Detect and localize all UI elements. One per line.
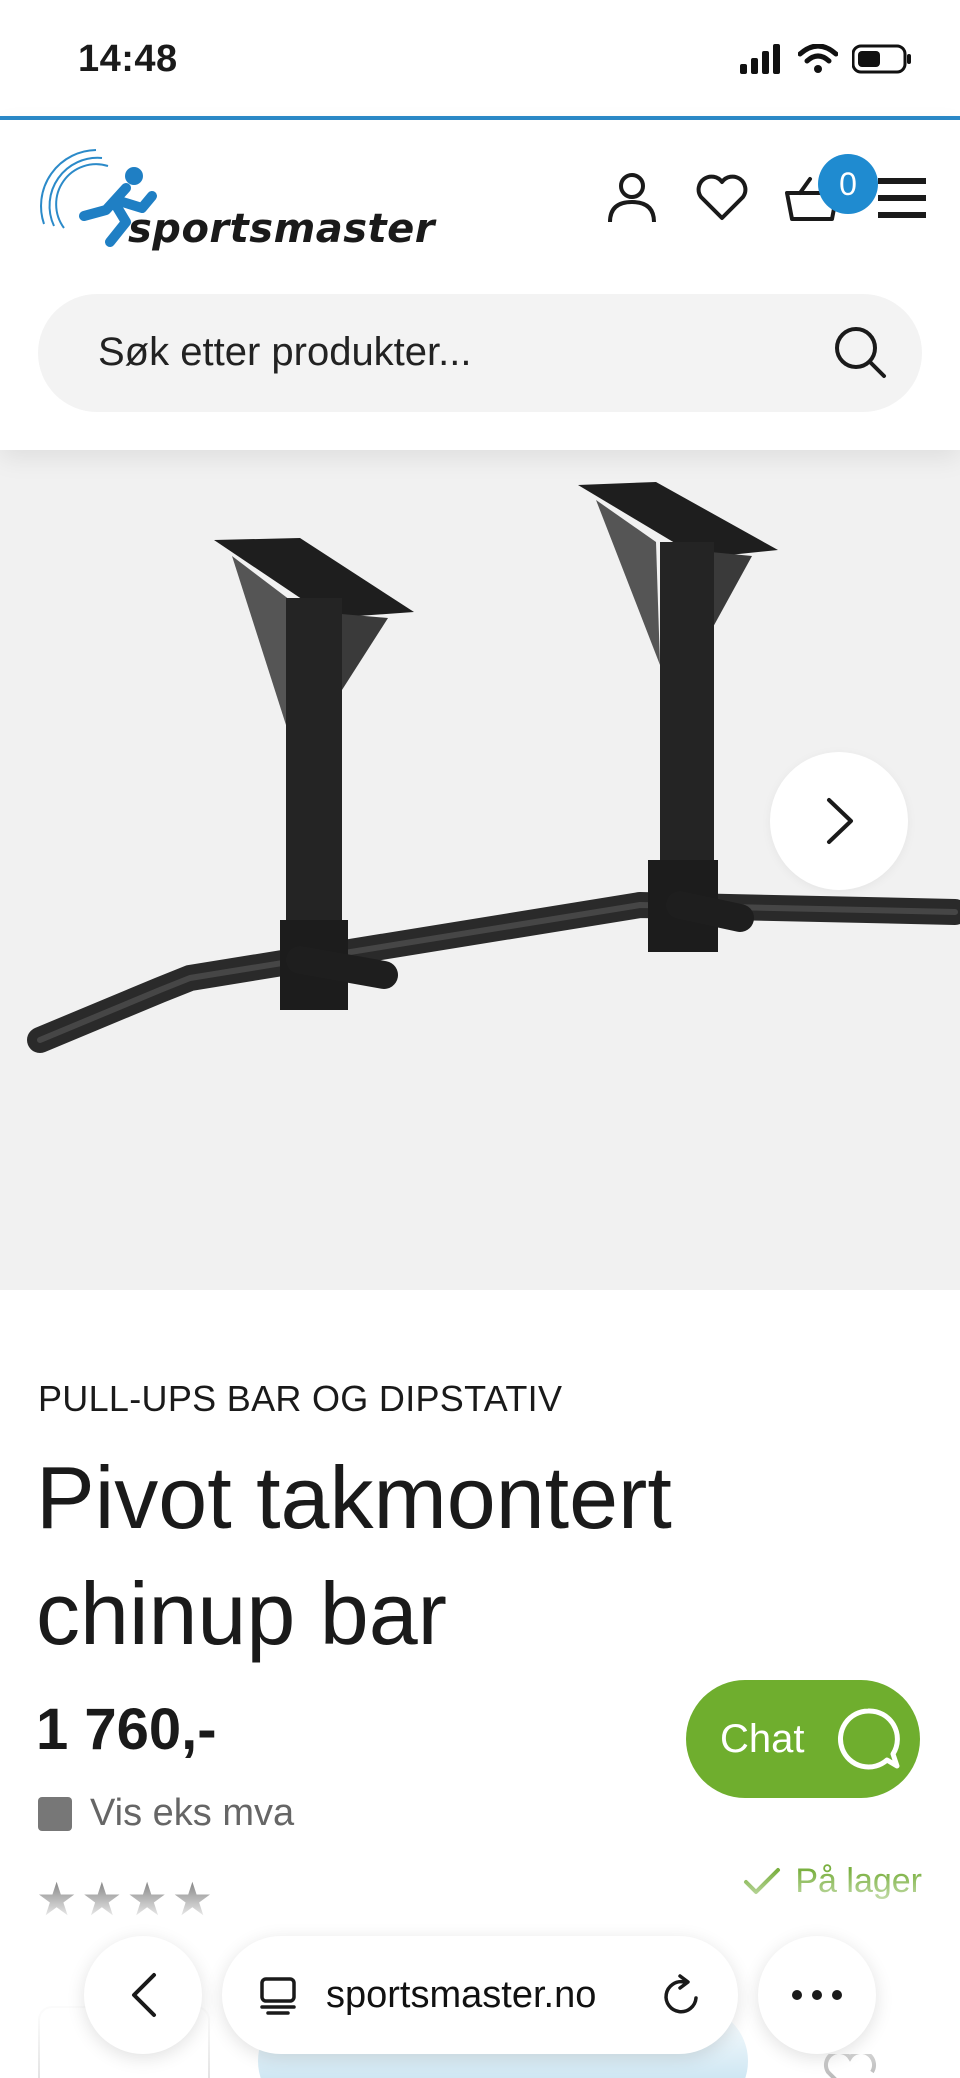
logo-wordmark: sportsmaster [128,206,436,252]
browser-back-button[interactable] [84,1936,202,2054]
browser-more-button[interactable] [758,1936,876,2054]
reload-icon[interactable] [662,1974,702,2016]
chat-icon [837,1708,900,1770]
heart-icon [696,174,748,220]
signal-icon [740,44,780,74]
gallery-next-button[interactable] [770,752,908,890]
browser-toolbar: sportsmaster.no [0,1870,960,2078]
chat-label: Chat [720,1716,805,1761]
status-bar: 14:48 [0,0,960,118]
more-icon [792,1990,842,2000]
vat-checkbox[interactable] [38,1796,72,1831]
product-price: 1 760,- [36,1697,217,1762]
wishlist-button[interactable] [694,170,750,226]
product-title: Pivot takmontert chinup bar [36,1448,672,1663]
product-image-gallery[interactable] [0,450,960,1290]
cart-count-badge: 0 [818,154,878,214]
site-header: sportsmaster 0 Søk etter produkter... [0,120,960,450]
search-input[interactable]: Søk etter produkter... [98,330,472,375]
search-icon[interactable] [832,324,888,380]
reader-icon[interactable] [258,1975,298,2015]
chat-button[interactable]: Chat [686,1680,920,1798]
account-button[interactable] [604,170,660,226]
status-time: 14:48 [78,38,178,80]
chevron-right-icon [827,798,853,844]
cart-button[interactable]: 0 [784,154,878,226]
menu-button[interactable] [874,170,930,226]
battery-icon [852,44,911,74]
browser-url[interactable]: sportsmaster.no [326,1974,634,2017]
back-icon [132,1973,156,2017]
vat-toggle-label: Vis eks mva [90,1792,295,1834]
header-actions: 0 [604,154,930,226]
status-icons [740,44,912,74]
account-icon [608,173,656,223]
menu-icon [878,178,926,218]
browser-address-bar[interactable]: sportsmaster.no [222,1936,738,2054]
product-category[interactable]: PULL-UPS BAR OG DIPSTATIV [38,1378,562,1420]
search-bar[interactable]: Søk etter produkter... [38,294,922,412]
vat-toggle[interactable]: Vis eks mva [38,1792,294,1835]
wifi-icon [798,44,838,73]
sportsmaster-logo[interactable]: sportsmaster [36,140,435,270]
